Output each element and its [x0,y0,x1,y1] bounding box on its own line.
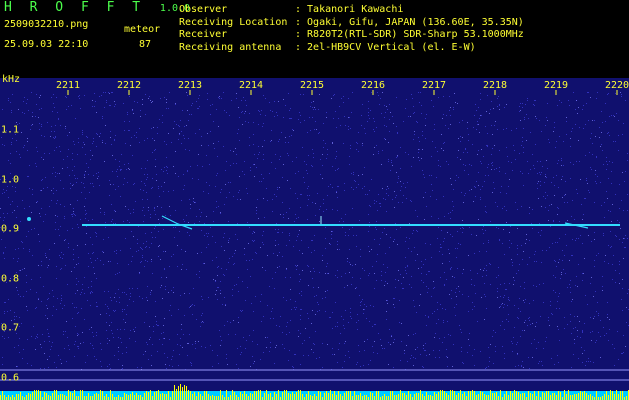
station-info: Observer: Takanori Kawachi Receiving Loc… [179,4,524,54]
x-tick-label: 2214 [238,80,264,91]
y-tick-label: 0.9 [1,223,20,235]
x-tick-label: 2219 [543,80,569,91]
x-tick-label: 2218 [482,80,508,91]
waterfall-background [0,78,629,400]
y-tick-label: 0.7 [1,322,20,334]
x-tick-label: 2216 [360,80,386,91]
x-tick-label: 2217 [421,80,447,91]
x-tick-label: 2215 [299,80,325,91]
detection-count: 87 [139,39,152,50]
info-row-receiver: Receiver: R820T2(RTL-SDR) SDR-Sharp 53.1… [179,29,524,40]
x-tick-label: 2213 [177,80,203,91]
x-tick-label: 2212 [116,80,142,91]
y-axis-unit: kHz [2,74,21,85]
timestamp: 25.09.03 22:10 [4,39,89,50]
app-title: H R O F F T 1.0.0 [4,0,191,15]
y-tick-label: 0.8 [1,273,20,284]
file-name: 2509032210.png [4,19,89,30]
x-tick-label: 2211 [55,80,81,91]
x-tick-label: 2220 [604,80,629,91]
echo-dot [27,217,31,221]
y-tick-label: 0.6 [1,372,20,383]
detection-label: meteor [124,24,161,35]
info-row-observer: Observer: Takanori Kawachi [179,4,404,15]
header-panel: H R O F F T 1.0.0 2509032210.png 25.09.0… [0,0,629,78]
info-row-location: Receiving Location: Ogaki, Gifu, JAPAN (… [179,16,524,28]
info-row-antenna: Receiving antenna: 2el-HB9CV Vertical (e… [179,41,476,53]
y-tick-label: 1.1 [1,124,20,136]
y-tick-label: 1.0 [1,174,20,185]
